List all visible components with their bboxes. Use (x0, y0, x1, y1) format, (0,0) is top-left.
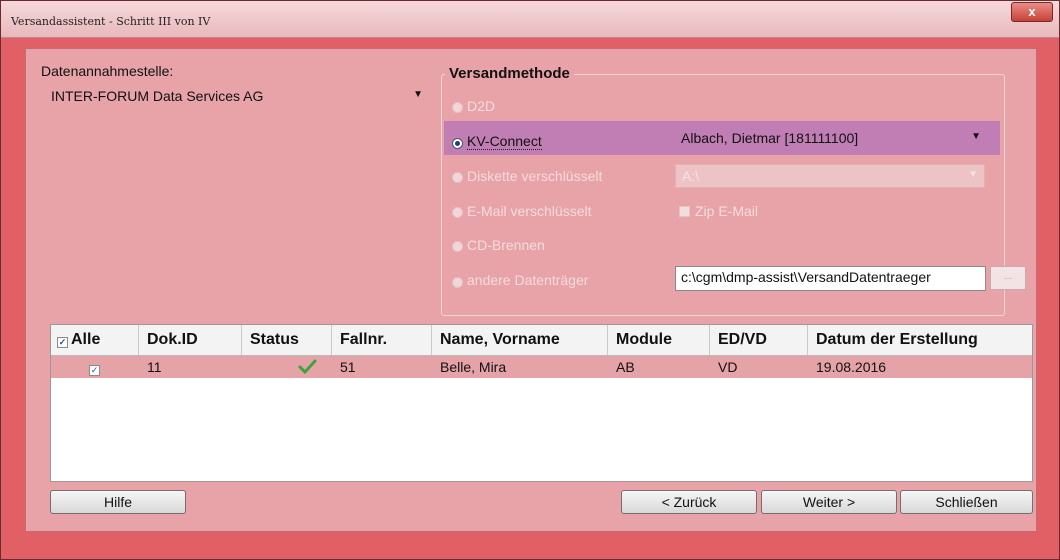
kv-connect-user-dropdown[interactable]: Albach, Dietmar [181111100] ▼ (675, 127, 987, 153)
kv-connect-user-value: Albach, Dietmar [181111100] (681, 130, 859, 146)
versandmethode-title: Versandmethode (445, 65, 574, 82)
zurueck-button[interactable]: < Zurück (621, 490, 757, 514)
cell-name: Belle, Mira (440, 359, 507, 375)
cell-datum: 19.08.2016 (816, 359, 887, 375)
cell-fallnr: 51 (340, 359, 356, 375)
diskette-drive-dropdown[interactable]: A:\ ▼ (675, 164, 985, 188)
column-header-module[interactable]: Module (608, 325, 710, 355)
column-alle-label: Alle (71, 331, 101, 348)
documents-table: ✓ Alle Dok.ID Status Fallnr. Name, Vornam… (50, 324, 1033, 482)
radio-kv-connect-label: KV-Connect (467, 133, 542, 150)
column-header-dokid[interactable]: Dok.ID (139, 325, 242, 355)
chevron-down-icon: ▼ (413, 89, 423, 100)
datenannahmestelle-value: INTER-FORUM Data Services AG (51, 88, 264, 104)
radio-email-label: E-Mail verschlüsselt (467, 203, 592, 219)
title-bar: Versandassistent - Schritt III von IV x (1, 1, 1059, 38)
column-header-status[interactable]: Status (242, 325, 332, 355)
path-input[interactable]: c:\cgm\dmp-assist\VersandDatentraeger (675, 266, 986, 291)
datenannahmestelle-dropdown[interactable]: INTER-FORUM Data Services AG ▼ (45, 85, 429, 111)
select-all-checkbox[interactable]: ✓ (57, 337, 68, 348)
radio-d2d-label: D2D (467, 98, 496, 114)
radio-cd-brennen-label: CD-Brennen (467, 237, 545, 253)
schliessen-button[interactable]: Schließen (900, 490, 1033, 514)
close-icon: x (1028, 4, 1036, 19)
column-header-edvd[interactable]: ED/VD (710, 325, 808, 355)
radio-andere-datentraeger-label: andere Datenträger (467, 272, 589, 288)
cell-dokid: 11 (147, 359, 162, 375)
browse-button[interactable]: ... (990, 266, 1026, 290)
window-title: Versandassistent - Schritt III von IV (11, 15, 211, 28)
close-button[interactable]: x (1011, 2, 1053, 22)
row-checkbox-cell: ✓ (51, 356, 139, 378)
column-header-alle[interactable]: ✓ Alle (51, 325, 139, 355)
cell-module: AB (616, 359, 635, 375)
radio-andere-datentraeger[interactable] (452, 277, 463, 288)
row-checkbox[interactable]: ✓ (89, 365, 100, 376)
column-header-datum[interactable]: Datum der Erstellung (808, 325, 1032, 355)
cell-status (242, 356, 332, 378)
check-icon (298, 359, 317, 375)
chevron-down-icon: ▼ (971, 131, 981, 142)
chevron-down-icon: ▼ (968, 169, 978, 180)
radio-cd-brennen[interactable] (452, 241, 463, 252)
browse-label: ... (1003, 271, 1013, 282)
weiter-button[interactable]: Weiter > (761, 490, 897, 514)
datenannahmestelle-label: Datenannahmestelle: (41, 63, 174, 79)
cell-edvd: VD (718, 359, 738, 375)
table-header: ✓ Alle Dok.ID Status Fallnr. Name, Vornam… (51, 325, 1032, 356)
zip-email-checkbox[interactable] (679, 206, 690, 217)
radio-diskette[interactable] (452, 172, 463, 183)
table-row[interactable]: ✓ 11 51 Belle, Mira AB VD 19.08.2016 (51, 356, 1032, 378)
hilfe-button[interactable]: Hilfe (50, 490, 186, 514)
radio-kv-connect[interactable] (452, 138, 463, 149)
versandassistent-window: Versandassistent - Schritt III von IV x … (0, 0, 1060, 560)
column-header-name[interactable]: Name, Vorname (432, 325, 608, 355)
zip-email-label: Zip E-Mail (695, 203, 759, 219)
radio-diskette-label: Diskette verschlüsselt (467, 168, 603, 184)
diskette-drive-value: A:\ (682, 168, 700, 184)
column-header-fallnr[interactable]: Fallnr. (332, 325, 432, 355)
radio-d2d[interactable] (452, 102, 463, 113)
radio-email[interactable] (452, 207, 463, 218)
